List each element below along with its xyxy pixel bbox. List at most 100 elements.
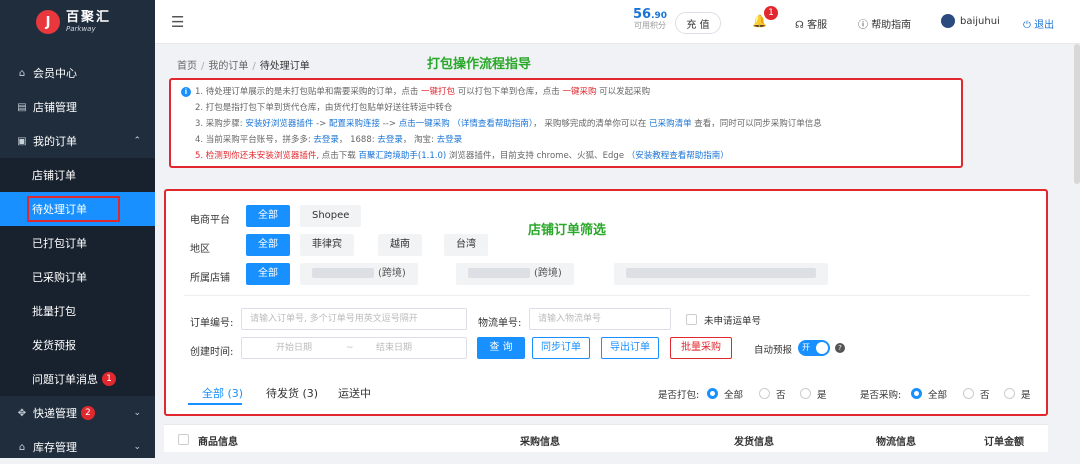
start-date-input[interactable]: 开始日期 xyxy=(276,338,312,358)
shop-suffix: (跨境) xyxy=(378,268,406,279)
shop-option-1[interactable]: (跨境) xyxy=(300,263,418,285)
sidebar-subitem-store-orders[interactable]: 店铺订单 xyxy=(0,158,155,192)
tab-in-transit[interactable]: 运送中 xyxy=(338,385,371,401)
sync-orders-button[interactable]: 同步订单 xyxy=(532,337,590,359)
logout-link[interactable]: ⏻ 退出 xyxy=(1023,16,1054,31)
plugin-warning: 5. 检测到你还未安装浏览器插件, xyxy=(195,151,320,161)
sidebar-subitem-purchased-orders[interactable]: 已采购订单 xyxy=(0,260,155,294)
purchased-list-link[interactable]: 已采购清单 xyxy=(649,119,692,129)
points-decimal: .90 xyxy=(651,11,668,21)
tab-label: 待发货 xyxy=(266,387,299,400)
avatar[interactable] xyxy=(941,14,955,28)
one-click-pack-link[interactable]: 一键打包 xyxy=(421,87,455,97)
packed-filter-label: 是否打包: xyxy=(658,390,700,401)
sidebar-subitem-batch-pack[interactable]: 批量打包 xyxy=(0,294,155,328)
info-notice: i 1. 待处理订单展示的是未打包贴单和需要采购的订单，点击 一键打包 可以打包… xyxy=(169,78,963,168)
tab-all[interactable]: 全部 (3) xyxy=(202,385,243,401)
order-no-input[interactable]: 请输入订单号, 多个订单号用英文逗号隔开 xyxy=(241,308,467,330)
export-orders-button[interactable]: 导出订单 xyxy=(601,337,659,359)
end-date-input[interactable]: 结束日期 xyxy=(376,338,412,358)
logistics-no-input[interactable]: 请输入物流单号 xyxy=(529,308,671,330)
shop-option-3[interactable] xyxy=(614,263,828,285)
packed-radio-yes[interactable] xyxy=(800,388,811,399)
platform-option-shopee[interactable]: Shopee xyxy=(300,205,362,227)
purchased-radio-all[interactable] xyxy=(911,388,922,399)
created-time-label: 创建时间: xyxy=(190,347,234,358)
click-purchase-link[interactable]: 点击一键采购 xyxy=(399,119,450,129)
platform-option-all[interactable]: 全部 xyxy=(246,205,290,227)
breadcrumb-my-orders[interactable]: 我的订单 xyxy=(208,61,248,72)
packed-radio-no[interactable] xyxy=(759,388,770,399)
auto-forecast-label: 自动预报 xyxy=(754,345,793,356)
info-text: ， 淘宝: xyxy=(402,135,437,145)
sidebar-subitem-shipping-forecast[interactable]: 发货预报 xyxy=(0,328,155,362)
breadcrumb-home[interactable]: 首页 xyxy=(177,61,197,72)
help-guide-link[interactable]: ⓘ 帮助指南 xyxy=(858,16,911,31)
sidebar-item-label: 我的订单 xyxy=(33,135,77,148)
info-text: 浏览器插件，目前支持 chrome、火狐、Edge xyxy=(446,151,625,161)
region-label: 地区 xyxy=(190,244,210,255)
recharge-button[interactable]: 充 值 xyxy=(675,12,721,34)
packed-radio-all[interactable] xyxy=(707,388,718,399)
points-integer: 56 xyxy=(633,7,652,22)
info-text: 点击下载 xyxy=(319,151,359,161)
problem-count-badge: 1 xyxy=(102,372,116,386)
one-click-purchase-link[interactable]: 一键采购 xyxy=(562,87,596,97)
shop-option-2[interactable]: (跨境) xyxy=(456,263,574,285)
tab-count: (3) xyxy=(227,387,244,400)
region-option-all[interactable]: 全部 xyxy=(246,234,290,256)
purchased-radio-yes[interactable] xyxy=(1004,388,1015,399)
sidebar-subitem-problem-orders[interactable]: 问题订单消息 1 xyxy=(0,362,155,396)
logo[interactable]: J 百聚汇 Parkway xyxy=(0,0,155,44)
tab-pending-shipment[interactable]: 待发货 (3) xyxy=(266,385,318,401)
sidebar-item-label: 快递管理 xyxy=(33,407,77,420)
divider xyxy=(184,295,1030,296)
order-no-label: 订单编号: xyxy=(190,318,234,329)
notification-bell[interactable]: 🔔 1 xyxy=(752,6,778,28)
install-plugin-link[interactable]: 安装好浏览器插件 xyxy=(245,119,313,129)
redacted-shop-name xyxy=(468,268,530,278)
username[interactable]: baijuhui xyxy=(960,16,1000,27)
shop-option-all[interactable]: 全部 xyxy=(246,263,290,285)
search-button[interactable]: 查 询 xyxy=(477,337,525,359)
customer-service-label: 客服 xyxy=(807,20,828,31)
info-text: 查看，同时可以同步采购订单信息 xyxy=(691,119,822,129)
taobao-login-link[interactable]: 去登录 xyxy=(437,135,463,145)
bulk-purchase-button[interactable]: 批量采购 xyxy=(670,337,732,359)
no-waybill-checkbox[interactable] xyxy=(686,314,697,325)
help-details-link[interactable]: （详情查看帮助指南） xyxy=(450,119,533,129)
auto-forecast-toggle[interactable]: 开 xyxy=(798,340,830,356)
config-purchase-link[interactable]: 配置采购连接 xyxy=(329,119,380,129)
info-line-1: i 1. 待处理订单展示的是未打包贴单和需要采购的订单，点击 一键打包 可以打包… xyxy=(179,84,961,100)
select-all-checkbox[interactable] xyxy=(178,434,189,445)
download-plugin-link[interactable]: 百聚汇跨境助手(1.1.0) xyxy=(358,151,446,161)
sidebar-item-label: 店铺管理 xyxy=(33,101,77,114)
col-shipping-info: 发货信息 xyxy=(734,437,774,448)
sidebar-subitem-packed-orders[interactable]: 已打包订单 xyxy=(0,226,155,260)
filter-annotation-title: 店铺订单筛选 xyxy=(528,223,607,238)
sidebar-item-my-orders[interactable]: ▣ 我的订单 ⌃ xyxy=(0,124,155,158)
sidebar-item-store-management[interactable]: ▤ 店铺管理 xyxy=(0,90,155,124)
pdd-login-link[interactable]: 去登录 xyxy=(313,135,339,145)
menu-toggle-icon[interactable]: ☰ xyxy=(171,13,184,31)
purchased-filter-label: 是否采购: xyxy=(860,390,902,401)
purchased-radio-no[interactable] xyxy=(963,388,974,399)
install-tutorial-link[interactable]: （安装教程查看帮助指南） xyxy=(624,151,729,161)
region-option-vietnam[interactable]: 越南 xyxy=(378,234,422,256)
guide-annotation-title: 打包操作流程指导 xyxy=(427,57,532,72)
sidebar-subitem-pending-orders[interactable]: 待处理订单 xyxy=(0,192,155,226)
sidebar-item-member-center[interactable]: ⌂ 会员中心 xyxy=(0,56,155,90)
region-option-taiwan[interactable]: 台湾 xyxy=(444,234,488,256)
1688-login-link[interactable]: 去登录 xyxy=(377,135,403,145)
logistics-no-label: 物流单号: xyxy=(478,318,522,329)
sidebar-item-inventory[interactable]: ⌂ 库存管理 ⌄ xyxy=(0,430,155,464)
sidebar-subitem-label: 已采购订单 xyxy=(32,271,87,284)
customer-service-link[interactable]: ☊ 客服 xyxy=(795,16,827,31)
region-option-philippines[interactable]: 菲律宾 xyxy=(300,234,354,256)
help-icon[interactable]: ? xyxy=(835,343,845,353)
date-range-picker[interactable]: 开始日期 ~ 结束日期 xyxy=(241,337,467,359)
col-order-amount: 订单金额 xyxy=(984,437,1024,448)
sidebar-item-express[interactable]: ✥ 快递管理 2 ⌄ xyxy=(0,396,155,430)
tab-label: 全部 xyxy=(202,387,224,400)
purchased-option-label: 全部 xyxy=(928,390,948,401)
